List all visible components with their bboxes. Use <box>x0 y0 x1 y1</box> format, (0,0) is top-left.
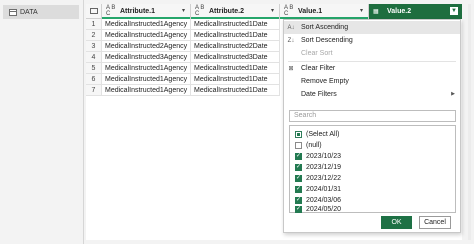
menu-item-date-filters[interactable]: Date Filters ▶ <box>284 88 460 101</box>
query-item-data[interactable]: DATA <box>3 5 79 19</box>
cell-attribute-2[interactable]: MedicalInstructed3Date <box>191 52 280 63</box>
cell-attribute-2[interactable]: MedicalInstructed1Date <box>191 85 280 96</box>
queries-pane: DATA <box>0 0 84 244</box>
filter-item[interactable]: ✓ 2024/05/20 <box>295 204 341 215</box>
date-type-icon[interactable]: ▦ <box>373 8 387 15</box>
filter-item-label: 2024/03/06 <box>306 197 342 204</box>
menu-item-sort-descending[interactable]: Z↓ Sort Descending <box>284 34 460 47</box>
table-row: 1 MedicalInstructed1Agency MedicalInstru… <box>86 19 280 30</box>
row-number: 2 <box>86 30 102 41</box>
cell-attribute-1[interactable]: MedicalInstructed1Agency <box>102 19 191 30</box>
cancel-button[interactable]: Cancel <box>419 216 451 229</box>
menu-item-label: Sort Ascending <box>301 24 349 31</box>
text-type-icon[interactable]: A B C <box>195 5 209 17</box>
cell-attribute-1[interactable]: MedicalInstructed1Agency <box>102 85 191 96</box>
cell-attribute-2[interactable]: MedicalInstructed1Date <box>191 19 280 30</box>
row-number: 5 <box>86 63 102 74</box>
row-number: 7 <box>86 85 102 96</box>
vertical-scrollbar[interactable] <box>468 4 471 240</box>
menu-item-clear-filter[interactable]: ⊠ Clear Filter <box>284 62 460 75</box>
column-name: Value.2 <box>387 7 412 15</box>
filter-item-label: 2023/12/22 <box>306 175 342 182</box>
table-icon <box>9 8 17 16</box>
table-row: 5 MedicalInstructed1Agency MedicalInstru… <box>86 63 280 74</box>
cell-attribute-2[interactable]: MedicalInstructed1Date <box>191 74 280 85</box>
partial-checkbox-icon[interactable] <box>295 131 302 138</box>
unchecked-checkbox-icon[interactable] <box>295 142 302 149</box>
column-filter-dropdown-icon[interactable]: ▾ <box>269 8 276 15</box>
filter-item-label: 2024/05/20 <box>306 206 342 213</box>
checked-checkbox-icon[interactable]: ✓ <box>295 175 302 182</box>
row-number: 6 <box>86 74 102 85</box>
menu-item-label: Remove Empty <box>301 78 349 85</box>
filter-item[interactable]: ✓ 2024/01/31 <box>295 184 341 195</box>
filter-icon[interactable]: ▼ <box>450 7 458 15</box>
table-row: 2 MedicalInstructed1Agency MedicalInstru… <box>86 30 280 41</box>
column-header-value-1[interactable]: A B C Value.1 ▾ <box>280 4 369 19</box>
column-name: Value.1 <box>298 7 323 15</box>
clear-filter-icon: ⊠ <box>288 66 294 72</box>
filter-item-label: (Select All) <box>306 131 340 138</box>
menu-item-label: Date Filters <box>301 91 337 98</box>
filter-item[interactable]: ✓ 2023/12/22 <box>295 173 341 184</box>
cell-attribute-1[interactable]: MedicalInstructed1Agency <box>102 74 191 85</box>
table-row: 6 MedicalInstructed1Agency MedicalInstru… <box>86 74 280 85</box>
column-name: Attribute.1 <box>120 7 155 15</box>
ok-button[interactable]: OK <box>381 216 412 229</box>
filter-item[interactable]: ✓ 2023/12/19 <box>295 162 341 173</box>
row-number: 4 <box>86 52 102 63</box>
menu-item-label: Clear Sort <box>301 50 333 57</box>
cell-attribute-1[interactable]: MedicalInstructed1Agency <box>102 63 191 74</box>
row-number: 1 <box>86 19 102 30</box>
checked-checkbox-icon[interactable]: ✓ <box>295 153 302 160</box>
text-type-icon[interactable]: A B C <box>284 5 298 17</box>
table-row: 3 MedicalInstructed2Agency MedicalInstru… <box>86 41 280 52</box>
column-header-value-2[interactable]: ▦ Value.2 ▼ <box>369 4 462 19</box>
filter-dropdown-menu: A↓ Sort Ascending Z↓ Sort Descending Cle… <box>283 19 461 233</box>
checked-checkbox-icon[interactable]: ✓ <box>295 164 302 171</box>
filter-value-list: (Select All) (null) ✓ 2023/10/23 ✓ 2023/… <box>289 125 456 213</box>
column-filter-dropdown-icon[interactable]: ▾ <box>180 8 187 15</box>
cell-attribute-2[interactable]: MedicalInstructed1Date <box>191 30 280 41</box>
filter-item[interactable]: ✓ 2023/10/23 <box>295 151 341 162</box>
submenu-arrow-icon: ▶ <box>451 91 455 97</box>
checked-checkbox-icon[interactable]: ✓ <box>295 206 302 213</box>
filter-item-label: 2024/01/31 <box>306 186 342 193</box>
menu-item-sort-ascending[interactable]: A↓ Sort Ascending <box>284 21 460 34</box>
query-label: DATA <box>20 8 38 16</box>
table-menu-button[interactable] <box>86 4 102 19</box>
table-row: 7 MedicalInstructed1Agency MedicalInstru… <box>86 85 280 96</box>
menu-item-clear-sort: Clear Sort <box>284 47 460 60</box>
column-header-attribute-1[interactable]: A B C Attribute.1 ▾ <box>102 4 191 19</box>
cell-attribute-1[interactable]: MedicalInstructed1Agency <box>102 30 191 41</box>
filter-item-label: (null) <box>306 142 322 149</box>
filter-item[interactable]: (null) <box>295 140 322 151</box>
column-header-attribute-2[interactable]: A B C Attribute.2 ▾ <box>191 4 280 19</box>
table-icon <box>89 8 98 14</box>
filter-item-select-all[interactable]: (Select All) <box>295 129 339 140</box>
table-row: 4 MedicalInstructed3Agency MedicalInstru… <box>86 52 280 63</box>
menu-item-remove-empty[interactable]: Remove Empty <box>284 75 460 88</box>
cell-attribute-2[interactable]: MedicalInstructed1Date <box>191 63 280 74</box>
cell-attribute-1[interactable]: MedicalInstructed2Agency <box>102 41 191 52</box>
checked-checkbox-icon[interactable]: ✓ <box>295 197 302 204</box>
sort-ascending-icon: A↓ <box>287 24 295 31</box>
sort-descending-icon: Z↓ <box>287 37 295 44</box>
filter-search-input[interactable]: Search <box>289 110 456 122</box>
column-name: Attribute.2 <box>209 7 244 15</box>
cell-attribute-1[interactable]: MedicalInstructed3Agency <box>102 52 191 63</box>
filter-item-label: 2023/12/19 <box>306 164 342 171</box>
menu-item-label: Sort Descending <box>301 37 353 44</box>
cell-attribute-2[interactable]: MedicalInstructed2Date <box>191 41 280 52</box>
text-type-icon[interactable]: A B C <box>106 5 120 17</box>
column-filter-dropdown-icon[interactable]: ▾ <box>358 8 365 15</box>
menu-item-label: Clear Filter <box>301 65 336 72</box>
row-number: 3 <box>86 41 102 52</box>
checked-checkbox-icon[interactable]: ✓ <box>295 186 302 193</box>
filter-item-label: 2023/10/23 <box>306 153 342 160</box>
